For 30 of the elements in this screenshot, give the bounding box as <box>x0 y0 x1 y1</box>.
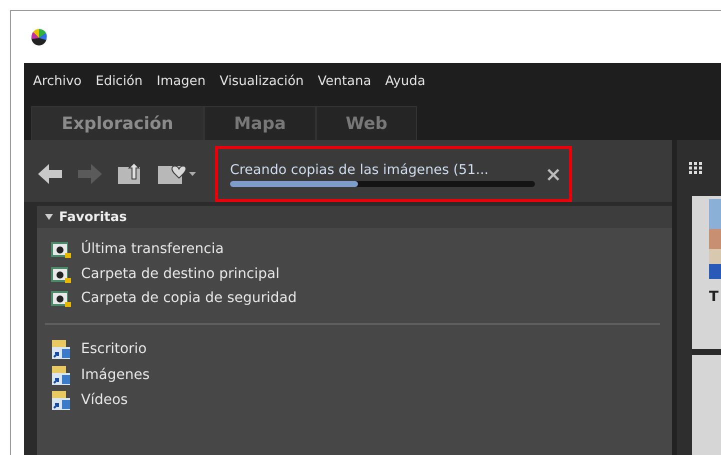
section-header[interactable]: Favoritas <box>59 210 127 224</box>
thumbnail-card[interactable] <box>692 355 721 455</box>
close-button[interactable]: × <box>545 162 562 186</box>
favorite-item[interactable]: Carpeta de copia de seguridad <box>81 290 297 306</box>
menu-item[interactable]: Archivo <box>33 74 82 89</box>
camera-icon <box>50 288 72 308</box>
back-arrow-icon[interactable] <box>37 163 63 185</box>
expand-triangle-icon[interactable] <box>45 214 53 220</box>
folder-item[interactable]: Imágenes <box>81 366 150 383</box>
folder-item[interactable]: Vídeos <box>81 392 128 408</box>
folder-shortcut-icon <box>50 338 72 360</box>
menu-item[interactable]: Ayuda <box>385 74 426 89</box>
thumbnail-caption: T <box>709 289 720 305</box>
menu-item[interactable]: Visualización <box>220 74 304 89</box>
thumbnail-card[interactable]: T <box>692 196 721 349</box>
menu-item[interactable]: Edición <box>96 74 143 89</box>
menu-item[interactable]: Imagen <box>156 74 206 89</box>
progress-label: Creando copias de las imágenes (51... <box>230 162 490 178</box>
grid-view-icon[interactable] <box>689 162 703 174</box>
folder-upload-icon[interactable] <box>117 163 143 185</box>
app-logo-icon <box>30 28 48 46</box>
folder-item[interactable]: Escritorio <box>81 341 147 358</box>
camera-icon <box>50 239 72 260</box>
folder-shortcut-icon <box>50 389 72 412</box>
folder-shortcut-icon <box>50 364 72 386</box>
favorite-item[interactable]: Última transferencia <box>81 241 224 258</box>
favorite-item[interactable]: Carpeta de destino principal <box>81 266 280 282</box>
folder-heart-icon[interactable] <box>157 163 197 185</box>
tab[interactable]: Exploración <box>31 106 204 140</box>
menu-item[interactable]: Ventana <box>318 74 372 89</box>
